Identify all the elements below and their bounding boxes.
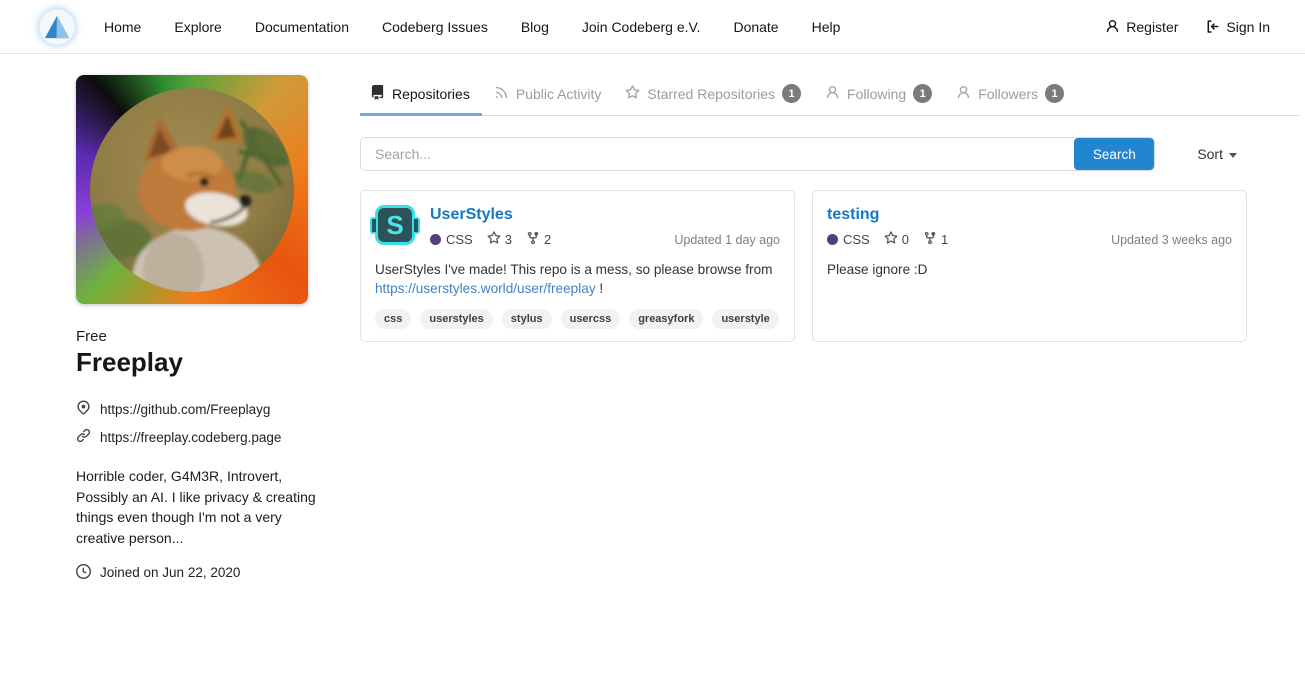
nav-link-blog[interactable]: Blog	[521, 19, 549, 35]
nav-link-explore[interactable]: Explore	[174, 19, 221, 35]
repo-description: UserStyles I've made! This repo is a mes…	[375, 260, 780, 298]
rss-icon	[494, 85, 509, 103]
search-button[interactable]: Search	[1074, 138, 1154, 170]
repo-search-row: Search Sort	[360, 137, 1247, 171]
star-count: 0	[884, 231, 909, 248]
star-count: 3	[487, 231, 512, 248]
top-navigation: Home Explore Documentation Codeberg Issu…	[0, 0, 1305, 54]
language-label: CSS	[446, 232, 473, 247]
profile-display-name: Free	[76, 328, 334, 345]
topic-list: css userstyles stylus usercss greasyfork…	[375, 309, 780, 329]
topic-tag[interactable]: css	[375, 309, 411, 329]
fork-count: 1	[923, 231, 948, 248]
repo-card-testing: testing CSS 0	[812, 190, 1247, 342]
profile-bio: Horrible coder, G4M3R, Introvert, Possib…	[76, 466, 328, 549]
nav-account-area: Register Sign In	[1105, 19, 1270, 35]
register-link[interactable]: Register	[1105, 19, 1178, 35]
person-icon	[1105, 19, 1120, 34]
star-icon	[487, 231, 501, 248]
profile-location-text: https://github.com/Freeplayg	[100, 402, 270, 417]
sign-in-link[interactable]: Sign In	[1205, 19, 1270, 35]
search-group: Search	[360, 137, 1155, 171]
starred-count-badge: 1	[782, 84, 801, 103]
topic-tag[interactable]: greasyfork	[629, 309, 703, 329]
profile-content: Repositories Public Activity Starred Rep…	[360, 75, 1305, 342]
following-count-badge: 1	[913, 84, 932, 103]
nav-link-join-codeberg[interactable]: Join Codeberg e.V.	[582, 19, 701, 35]
tab-public-activity[interactable]: Public Activity	[482, 75, 614, 116]
profile-website-row: https://freeplay.codeberg.page	[76, 428, 334, 446]
topic-tag[interactable]: userstyle	[712, 309, 778, 329]
tab-starred-repositories[interactable]: Starred Repositories 1	[613, 75, 813, 116]
profile-tabs: Repositories Public Activity Starred Rep…	[360, 75, 1300, 116]
link-icon	[76, 428, 91, 446]
person-icon	[825, 85, 840, 103]
sign-in-icon	[1205, 19, 1220, 34]
nav-link-help[interactable]: Help	[812, 19, 841, 35]
profile-joined-row: Joined on Jun 22, 2020	[76, 564, 334, 582]
profile-username: Freeplay	[76, 347, 334, 378]
tab-repositories[interactable]: Repositories	[360, 75, 482, 116]
profile-sidebar: Free Freeplay https://github.com/Freepla…	[76, 75, 334, 582]
repo-link-testing[interactable]: testing	[827, 206, 879, 223]
profile-location-row: https://github.com/Freeplayg	[76, 400, 334, 418]
repo-icon	[370, 85, 385, 103]
nav-link-donate[interactable]: Donate	[733, 19, 778, 35]
nav-link-documentation[interactable]: Documentation	[255, 19, 349, 35]
clock-icon	[76, 564, 91, 582]
topic-tag[interactable]: stylus	[502, 309, 552, 329]
language-dot	[827, 234, 838, 245]
star-icon	[884, 231, 898, 248]
profile-website-link[interactable]: https://freeplay.codeberg.page	[100, 430, 281, 445]
codeberg-logo[interactable]	[38, 8, 76, 46]
tab-following[interactable]: Following 1	[813, 75, 944, 116]
repo-updated: Updated 3 weeks ago	[1111, 233, 1232, 247]
nav-link-codeberg-issues[interactable]: Codeberg Issues	[382, 19, 488, 35]
fox-avatar-image	[90, 88, 294, 292]
codeberg-mountain-icon	[38, 8, 76, 46]
person-icon	[956, 85, 971, 103]
git-fork-icon	[526, 231, 540, 248]
chevron-down-icon	[1229, 153, 1237, 158]
language-label: CSS	[843, 232, 870, 247]
location-pin-icon	[76, 400, 91, 418]
repo-link-userstyles[interactable]: UserStyles	[430, 206, 513, 223]
userstyles-world-link[interactable]: https://userstyles.world/user/freeplay	[375, 281, 596, 296]
followers-count-badge: 1	[1045, 84, 1064, 103]
language-dot	[430, 234, 441, 245]
nav-links: Home Explore Documentation Codeberg Issu…	[104, 19, 840, 35]
topic-tag[interactable]: usercss	[561, 309, 621, 329]
profile-joined-text: Joined on Jun 22, 2020	[100, 565, 240, 580]
repo-updated: Updated 1 day ago	[674, 233, 780, 247]
repo-card-userstyles: S UserStyles CSS	[360, 190, 795, 342]
topic-tag[interactable]: userstyles	[420, 309, 492, 329]
git-fork-icon	[923, 231, 937, 248]
search-input[interactable]	[361, 138, 1074, 170]
tab-followers[interactable]: Followers 1	[944, 75, 1076, 116]
repository-list: S UserStyles CSS	[360, 190, 1247, 342]
repo-description: Please ignore :D	[827, 260, 1232, 279]
nav-link-home[interactable]: Home	[104, 19, 141, 35]
star-icon	[625, 85, 640, 103]
sort-dropdown[interactable]: Sort	[1197, 146, 1237, 162]
userstyles-repo-avatar: S	[375, 205, 415, 245]
fork-count: 2	[526, 231, 551, 248]
profile-avatar	[76, 75, 308, 304]
